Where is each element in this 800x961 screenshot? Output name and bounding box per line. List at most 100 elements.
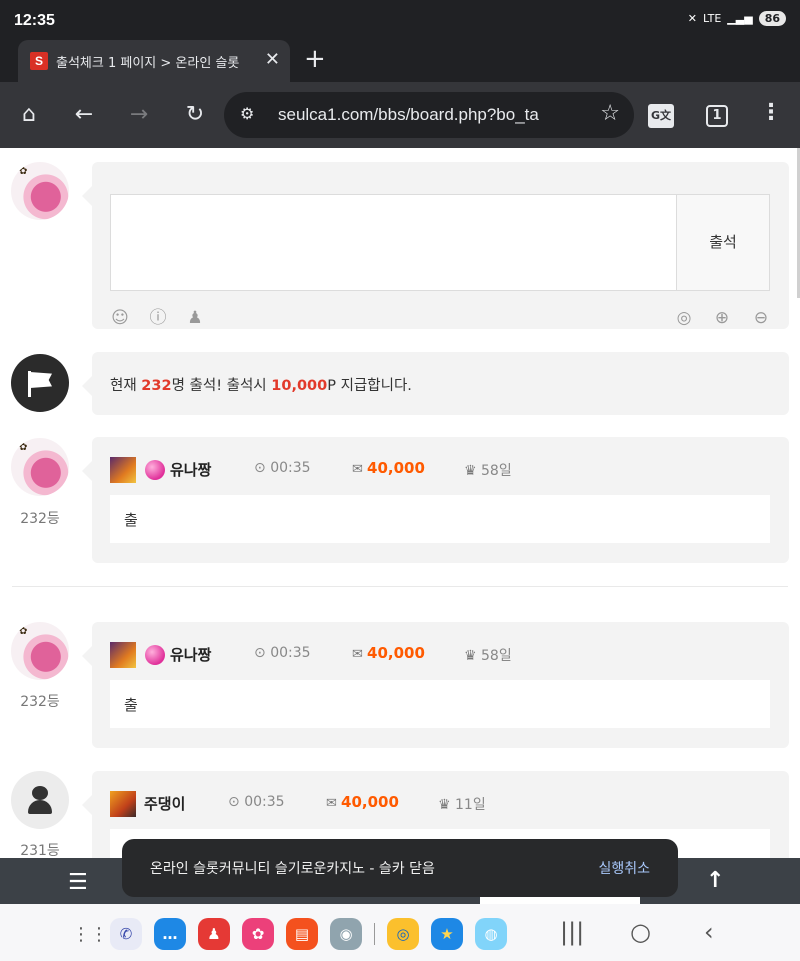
clock-icon: ⊙ <box>254 645 271 661</box>
address-bar[interactable]: ⚙ seulca1.com/bbs/board.php?bo_ta ☆ <box>224 92 634 138</box>
star-app-icon[interactable]: ★ <box>431 918 463 950</box>
signal-icon: ▁▃▅ <box>727 12 753 25</box>
entry-days: ♛ 58일 <box>464 463 512 479</box>
contacts-app-icon[interactable]: ♟ <box>198 918 230 950</box>
tabs-count-button[interactable]: 1 <box>706 105 728 127</box>
trophy-icon: ♛ <box>464 463 482 479</box>
apps-grid-icon[interactable]: ⋮⋮⋮ <box>72 924 126 945</box>
level-icon <box>110 791 136 817</box>
level-icon <box>110 457 136 483</box>
home-icon[interactable]: ⌂ <box>14 100 44 130</box>
person-icon <box>32 786 48 800</box>
cu-app-icon[interactable]: ◍ <box>475 918 507 950</box>
hamburger-menu-icon[interactable]: ☰ <box>68 870 88 895</box>
snackbar-text: 온라인 슬롯커뮤니티 슬기로운카지노 - 슬카 닫음 <box>150 861 435 877</box>
favicon-icon: S <box>30 52 48 70</box>
system-nav-bar: ⋮⋮⋮ ✆ … ♟ ✿ ▤ ◉ ◎ ★ ◍ ||| ○ ‹ <box>0 904 800 961</box>
entry-meta: 주댕이 ⊙ 00:35 ✉ 40,000 ♛ 11일 <box>110 789 770 819</box>
entry-nickname[interactable]: 주댕이 <box>144 793 185 814</box>
entry-nickname[interactable]: 유나짱 <box>170 459 211 480</box>
trophy-icon: ♛ <box>438 797 456 813</box>
menu-icon[interactable]: ⋮ <box>760 100 782 125</box>
divider <box>12 586 788 587</box>
entry-rank: 232등 <box>20 694 60 710</box>
smile-icon[interactable]: ☺ <box>110 308 130 328</box>
entry-meta: 유나짱 ⊙ 00:35 ✉ 40,000 ♛ 58일 <box>110 455 770 485</box>
entry-time: ⊙ 00:35 <box>254 645 311 661</box>
avatar: ✿ <box>11 162 69 220</box>
back-button-icon[interactable]: ‹ <box>704 918 714 946</box>
trophy-icon: ♛ <box>464 648 482 664</box>
flag-avatar <box>11 354 69 412</box>
notice-text: 현재 232명 출석! 출석시 10,000P 지급합니다. <box>110 378 412 394</box>
entry-points: ✉ 40,000 <box>352 459 425 477</box>
badge-icon <box>145 460 165 480</box>
reward-points: 10,000 <box>271 378 328 394</box>
gift-icon: ✉ <box>326 796 342 811</box>
chrome-app-icon[interactable]: ◎ <box>387 918 419 950</box>
url-text[interactable]: seulca1.com/bbs/board.php?bo_ta <box>278 105 539 125</box>
phone-app-icon[interactable]: ✆ <box>110 918 142 950</box>
tune-icon[interactable]: ⚙ <box>240 104 254 123</box>
recent-apps-icon[interactable]: ||| <box>560 918 584 946</box>
gift-icon: ✉ <box>352 462 368 477</box>
page-content: ✿ 출석 ☺ ⓘ ♟ ◎ ⊕ ⊖ 현재 232명 출석! 출석시 10,000P… <box>0 148 800 858</box>
status-icons: ✕ LTE ▁▃▅ 86 <box>688 11 786 26</box>
tab-title: 출석체크 1 페이지 > 온라인 슬롯 <box>56 56 240 71</box>
status-bar: 12:35 ✕ LTE ▁▃▅ 86 <box>0 0 800 40</box>
attend-submit-button[interactable]: 출석 <box>677 194 770 291</box>
tab-close-icon[interactable]: ✕ <box>265 49 280 70</box>
gallery-app-icon[interactable]: ✿ <box>242 918 274 950</box>
camera-app-icon[interactable]: ◉ <box>330 918 362 950</box>
info-icon[interactable]: ⓘ <box>148 308 168 328</box>
tab-bar: S 출석체크 1 페이지 > 온라인 슬롯 ✕ + <box>0 40 800 82</box>
level-icon <box>110 642 136 668</box>
status-time: 12:35 <box>14 12 55 29</box>
attendee-count: 232 <box>141 378 172 394</box>
avatar: ✿ <box>11 622 69 680</box>
user-icon[interactable]: ♟ <box>185 308 205 328</box>
undo-button[interactable]: 실행취소 <box>598 858 650 878</box>
emoticon-icon[interactable]: ◎ <box>674 308 694 328</box>
scroll-top-icon[interactable]: ↑ <box>706 868 724 893</box>
mute-icon: ✕ <box>687 12 697 25</box>
avatar: ✿ <box>11 438 69 496</box>
compose-box: 출석 ☺ ⓘ ♟ ◎ ⊕ ⊖ <box>82 162 789 329</box>
comment-textarea[interactable] <box>110 194 677 291</box>
entry-days: ♛ 11일 <box>438 797 486 813</box>
dock-separator <box>374 923 375 945</box>
entry-points: ✉ 40,000 <box>326 793 399 811</box>
back-icon[interactable]: ← <box>69 100 99 130</box>
entry-message: 출 <box>110 680 770 728</box>
new-tab-button[interactable]: + <box>304 44 326 74</box>
entry-nickname[interactable]: 유나짱 <box>170 644 211 665</box>
network-label: LTE <box>703 12 722 25</box>
translate-icon[interactable]: G文 <box>648 104 674 128</box>
minus-icon[interactable]: ⊖ <box>751 308 771 328</box>
entry-time: ⊙ 00:35 <box>228 794 285 810</box>
home-button-icon[interactable]: ○ <box>630 918 651 946</box>
entry-rank: 232등 <box>20 511 60 527</box>
star-icon[interactable]: ☆ <box>600 101 620 126</box>
entry-days: ♛ 58일 <box>464 648 512 664</box>
clock-icon: ⊙ <box>254 460 271 476</box>
attendance-notice: 현재 232명 출석! 출석시 10,000P 지급합니다. <box>82 352 789 415</box>
entry-rank: 231등 <box>20 843 60 858</box>
app-dock: ⋮⋮⋮ ✆ … ♟ ✿ ▤ ◉ ◎ ★ ◍ <box>72 918 507 950</box>
entry-message: 출 <box>110 495 770 543</box>
attendance-entry: 유나짱 ⊙ 00:35 ✉ 40,000 ♛ 58일 출 <box>82 437 789 563</box>
battery-level: 86 <box>758 11 786 26</box>
snackbar: 온라인 슬롯커뮤니티 슬기로운카지노 - 슬카 닫음 실행취소 <box>122 839 678 897</box>
plus-icon[interactable]: ⊕ <box>712 308 732 328</box>
notes-app-icon[interactable]: ▤ <box>286 918 318 950</box>
forward-icon[interactable]: → <box>124 100 154 130</box>
badge-icon <box>145 645 165 665</box>
browser-tab[interactable]: S 출석체크 1 페이지 > 온라인 슬롯 ✕ <box>18 40 290 82</box>
default-avatar <box>11 771 69 829</box>
clock-icon: ⊙ <box>228 794 245 810</box>
entry-meta: 유나짱 ⊙ 00:35 ✉ 40,000 ♛ 58일 <box>110 640 770 670</box>
messages-app-icon[interactable]: … <box>154 918 186 950</box>
reload-icon[interactable]: ↻ <box>180 100 210 130</box>
entry-points: ✉ 40,000 <box>352 644 425 662</box>
entry-time: ⊙ 00:35 <box>254 460 311 476</box>
